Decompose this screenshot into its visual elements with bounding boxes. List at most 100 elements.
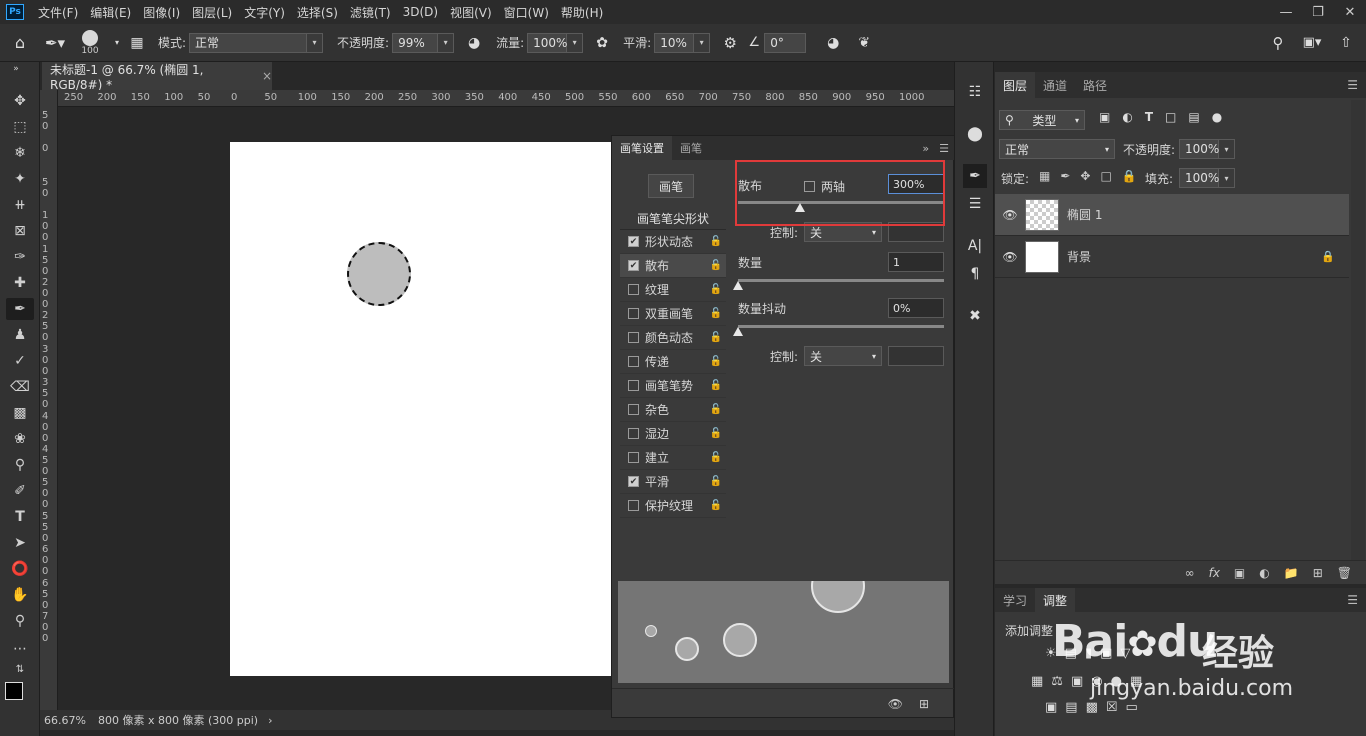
toggle-preview-icon[interactable]: 👁 [888, 697, 903, 711]
tab-brushes[interactable]: 画笔 [672, 136, 710, 160]
unlock-icon[interactable]: 🔓 [710, 428, 722, 439]
layer-opacity-dropdown-icon[interactable]: ▾ [1219, 139, 1235, 159]
count-input[interactable]: 1 [888, 252, 944, 272]
brush-tool-icon[interactable]: ✒ [6, 298, 34, 320]
pen-tool-icon[interactable]: ✐ [6, 480, 34, 502]
healing-brush-tool-icon[interactable]: ✚ [6, 272, 34, 294]
black-white-icon[interactable]: ▣ [1071, 674, 1083, 689]
search-icon[interactable]: ⚲ [1268, 34, 1288, 52]
filter-shape-icon[interactable]: □ [1165, 110, 1176, 124]
menu-layer[interactable]: 图层(L) [186, 4, 238, 21]
panel-menu-icon[interactable]: ☰ [1347, 588, 1366, 612]
document-tab[interactable]: 未标题-1 @ 66.7% (椭圆 1, RGB/8#) * × [42, 62, 272, 92]
brush-option-row[interactable]: 保护纹理 🔓 [620, 494, 726, 518]
filter-toggle-icon[interactable]: ● [1212, 110, 1222, 124]
home-icon[interactable]: ⌂ [0, 33, 40, 52]
tools-presets-icon[interactable]: ✖ [963, 304, 987, 328]
adjust-panel-icon[interactable]: ☰ [963, 192, 987, 216]
opacity-dropdown-icon[interactable]: ▾ [438, 32, 455, 53]
close-icon[interactable]: ✕ [1334, 0, 1366, 24]
lasso-tool-icon[interactable]: ❄ [6, 142, 34, 164]
brush-option-row[interactable]: 纹理 🔓 [620, 278, 726, 302]
share-icon[interactable]: ⇧ [1336, 34, 1356, 52]
minimize-icon[interactable]: — [1270, 0, 1302, 24]
brush-option-row[interactable]: ✔ 形状动态 🔓 [620, 230, 726, 254]
unlock-icon[interactable]: 🔓 [710, 260, 722, 271]
opacity-input[interactable]: 99% [392, 32, 439, 53]
brush-option-checkbox[interactable] [628, 332, 639, 343]
brush-option-checkbox[interactable] [628, 404, 639, 415]
swap-colors-icon[interactable]: ⇅ [6, 662, 34, 676]
brush-option-row[interactable]: 画笔笔势 🔓 [620, 374, 726, 398]
brush-tip-shape-item[interactable]: 画笔笔尖形状 [620, 208, 726, 230]
flow-input[interactable]: 100% [527, 32, 567, 53]
lock-all-icon[interactable]: 🔒 [1122, 169, 1137, 183]
eraser-tool-icon[interactable]: ⌫ [6, 376, 34, 398]
type-tool-icon[interactable]: T [6, 506, 34, 528]
3d-panel-icon[interactable]: ⬤ [963, 122, 987, 146]
delete-layer-icon[interactable]: 🗑 [1337, 566, 1352, 580]
tab-close-icon[interactable]: × [262, 69, 272, 83]
fill-input[interactable]: 100% [1179, 168, 1219, 188]
lock-transparent-icon[interactable]: ▦ [1039, 169, 1050, 183]
brush-option-row[interactable]: 杂色 🔓 [620, 398, 726, 422]
layers-scrollbar[interactable] [1351, 100, 1365, 560]
menu-image[interactable]: 图像(I) [137, 4, 186, 21]
threshold-icon[interactable]: ▩ [1086, 700, 1098, 715]
brush-option-row[interactable]: 颜色动态 🔓 [620, 326, 726, 350]
paragraph-panel-icon[interactable]: ¶ [963, 262, 987, 286]
menu-window[interactable]: 窗口(W) [498, 4, 555, 21]
count-slider-track[interactable] [738, 279, 944, 282]
menu-filter[interactable]: 滤镜(T) [344, 4, 397, 21]
menu-type[interactable]: 文字(Y) [238, 4, 291, 21]
filter-adjustment-icon[interactable]: ◐ [1122, 110, 1132, 124]
blend-mode-select[interactable]: 正常 ▾ [999, 139, 1115, 159]
symmetry-butterfly-icon[interactable]: ❦ [850, 35, 878, 51]
brush-option-checkbox[interactable] [628, 356, 639, 367]
tab-brush-settings[interactable]: 画笔设置 [612, 136, 672, 160]
filter-pixel-icon[interactable]: ▣ [1099, 110, 1110, 124]
brush-option-checkbox[interactable] [628, 284, 639, 295]
layer-row-background[interactable]: 👁 背景 🔒 [995, 236, 1349, 278]
brush-option-checkbox[interactable]: ✔ [628, 260, 639, 271]
filter-smart-icon[interactable]: ▤ [1188, 110, 1199, 124]
invert-icon[interactable]: ▣ [1045, 700, 1057, 715]
smoothing-dropdown-icon[interactable]: ▾ [694, 32, 711, 53]
fx-icon[interactable]: fx [1209, 566, 1220, 580]
pressure-opacity-icon[interactable]: ◕ [460, 35, 488, 51]
brush-option-row[interactable]: 传递 🔓 [620, 350, 726, 374]
color-balance-icon[interactable]: ⚖ [1051, 674, 1063, 689]
unlock-icon[interactable]: 🔓 [710, 404, 722, 415]
adjustment-layer-icon[interactable]: ◐ [1259, 566, 1269, 580]
stamp-tool-icon[interactable]: ♟ [6, 324, 34, 346]
selective-color-icon[interactable]: ☒ [1106, 700, 1118, 715]
unlock-icon[interactable]: 🔓 [710, 356, 722, 367]
brush-settings-panel-icon[interactable]: ✒ [963, 164, 987, 188]
expand-icon[interactable]: » [922, 142, 929, 155]
unlock-icon[interactable]: 🔓 [710, 284, 722, 295]
ellipse-shape[interactable] [347, 242, 411, 306]
dodge-tool-icon[interactable]: ⚲ [6, 454, 34, 476]
more-tools-icon[interactable]: ⋯ [6, 638, 34, 660]
mode-dropdown-icon[interactable]: ▾ [307, 32, 324, 53]
lock-pixels-icon[interactable]: ✒ [1060, 169, 1070, 183]
quick-select-tool-icon[interactable]: ✦ [6, 168, 34, 190]
history-panel-icon[interactable]: ☷ [963, 80, 987, 104]
tab-layers[interactable]: 图层 [995, 72, 1036, 98]
gradient-map-icon[interactable]: ▭ [1126, 700, 1138, 715]
count-jitter-input[interactable]: 0% [888, 298, 944, 318]
airbrush-icon[interactable]: ✿ [587, 35, 617, 51]
brush-option-row[interactable]: 建立 🔓 [620, 446, 726, 470]
menu-3d[interactable]: 3D(D) [397, 5, 444, 19]
filter-type-icon[interactable]: T [1145, 110, 1153, 124]
brushes-button[interactable]: 画笔 [648, 174, 694, 198]
collapse-icon[interactable]: » [2, 64, 30, 74]
hand-tool-icon[interactable]: ✋ [6, 584, 34, 606]
hue-sat-icon[interactable]: ▦ [1031, 674, 1043, 689]
workspace-icon[interactable]: ▣▾ [1298, 34, 1326, 52]
mode-select[interactable]: 正常 [189, 32, 308, 53]
panel-menu-icon[interactable]: ☰ [939, 142, 949, 155]
unlock-icon[interactable]: 🔓 [710, 308, 722, 319]
smoothing-input[interactable]: 10% [654, 32, 695, 53]
zoom-tool-icon[interactable]: ⚲ [6, 610, 34, 632]
